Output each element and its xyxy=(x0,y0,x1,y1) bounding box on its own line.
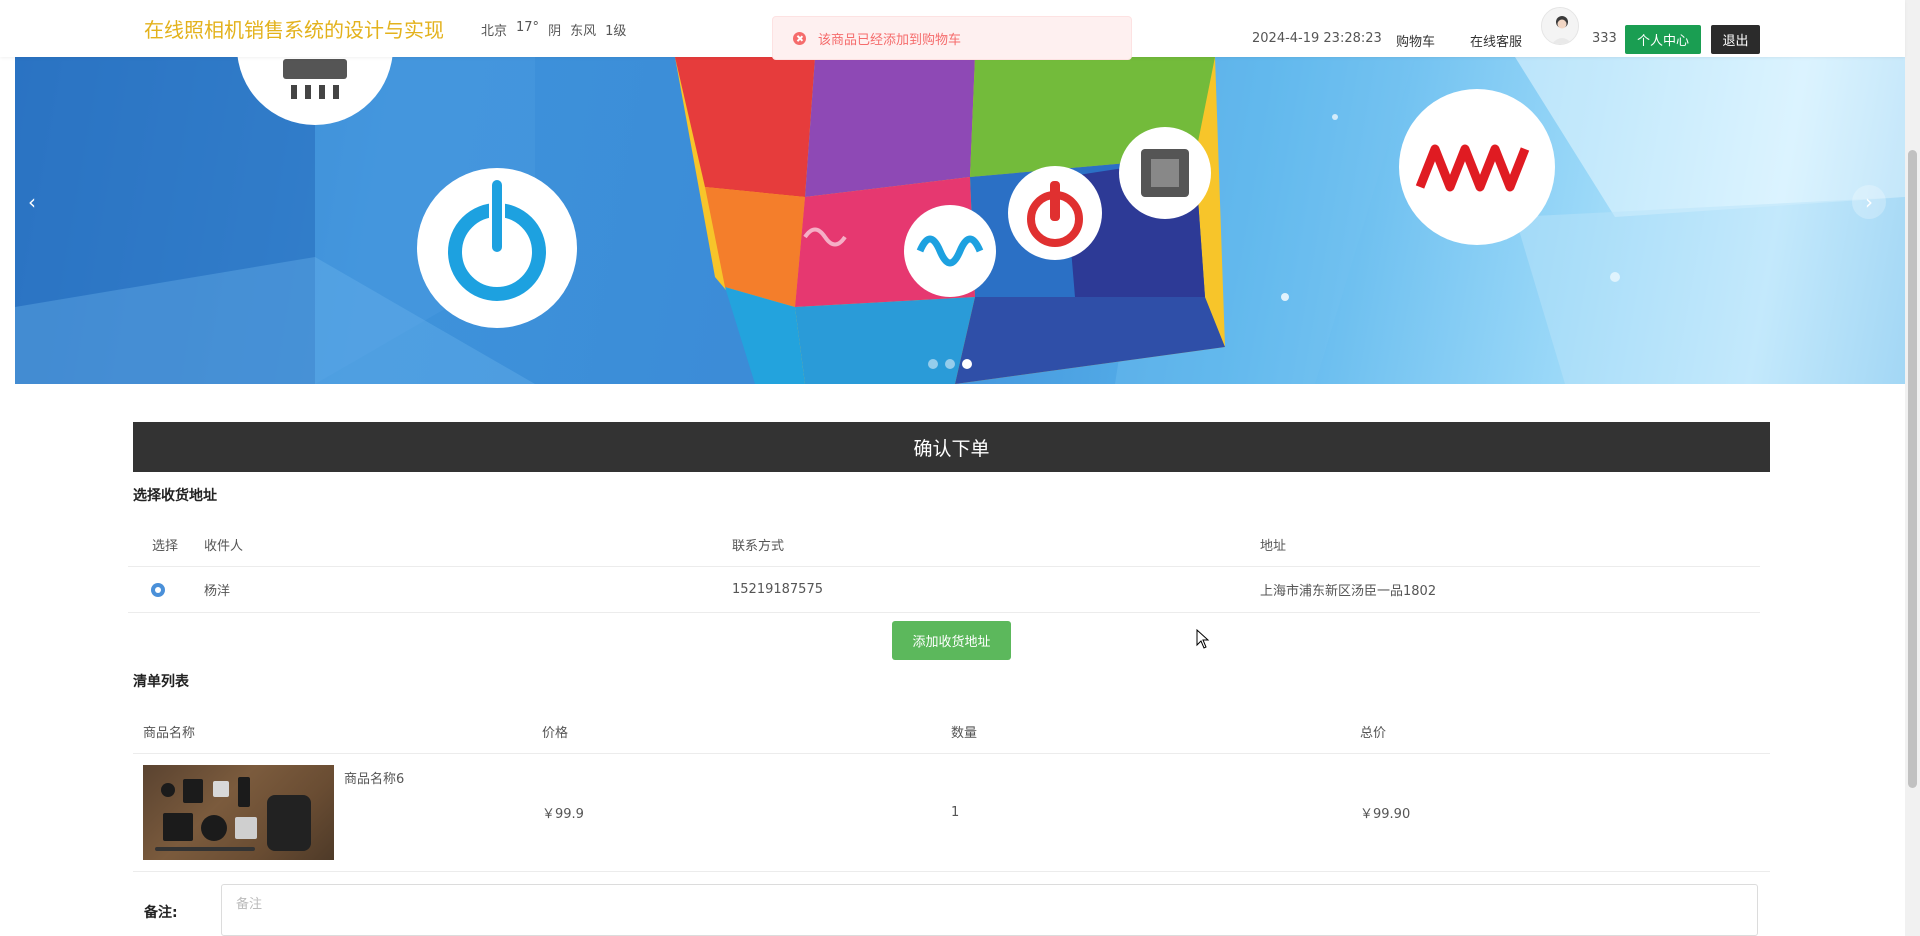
address-table-header: 选择 收件人 联系方式 地址 xyxy=(128,522,1760,567)
product-total: ￥99.90 xyxy=(1360,807,1411,822)
weather-widget: 北京 17° 阴 东风 1级 xyxy=(481,20,626,39)
weather-level: 1级 xyxy=(605,24,627,39)
list-table-header: 商品名称 价格 数量 总价 xyxy=(133,709,1770,754)
table-row[interactable]: 杨洋 15219187575 上海市浦东新区汤臣一品1802 xyxy=(128,567,1760,613)
page-scrollbar[interactable] xyxy=(1905,0,1920,936)
banner-prev-arrow[interactable]: ‹ xyxy=(15,185,49,219)
banner-next-arrow[interactable]: › xyxy=(1852,185,1886,219)
address-section-label: 选择收货地址 xyxy=(133,488,217,504)
weather-temp: 17° xyxy=(516,20,540,35)
add-address-button[interactable]: 添加收货地址 xyxy=(892,621,1011,660)
recipient-phone: 15219187575 xyxy=(732,582,823,597)
col-address: 地址 xyxy=(1260,538,1287,554)
weather-city: 北京 xyxy=(481,24,508,39)
toast-message: 该商品已经添加到购物车 xyxy=(772,16,1132,60)
order-title-bar: 确认下单 xyxy=(133,422,1770,472)
product-cell: 商品名称6 xyxy=(133,764,542,861)
col-product-name: 商品名称 xyxy=(143,725,196,741)
banner-indicators xyxy=(928,359,972,369)
banner-carousel[interactable]: ‹ › xyxy=(15,57,1905,384)
list-section-label: 清单列表 xyxy=(133,674,189,690)
product-image[interactable] xyxy=(143,764,334,860)
scrollbar-thumb[interactable] xyxy=(1908,150,1917,788)
current-datetime: 2024-4-19 23:28:23 xyxy=(1252,31,1382,46)
address-radio-cell xyxy=(128,582,204,597)
order-list-table: 商品名称 价格 数量 总价 商品名称6 ￥99.9 1 ￥99.90 xyxy=(133,709,1770,872)
remark-input[interactable] xyxy=(221,884,1758,936)
user-avatar-icon xyxy=(1542,8,1578,44)
error-circle-icon xyxy=(793,31,806,45)
banner-dot-3[interactable] xyxy=(962,359,972,369)
address-table: 选择 收件人 联系方式 地址 杨洋 15219187575 上海市浦东新区汤臣一… xyxy=(128,522,1760,613)
site-title[interactable]: 在线照相机销售系统的设计与实现 xyxy=(144,14,444,43)
recipient-name: 杨洋 xyxy=(204,584,231,599)
col-total: 总价 xyxy=(1360,725,1387,741)
remark-label: 备注: xyxy=(144,905,178,921)
username: 333 xyxy=(1592,31,1617,46)
table-row: 商品名称6 ￥99.9 1 ￥99.90 xyxy=(133,754,1770,872)
col-recipient: 收件人 xyxy=(204,538,244,554)
order-title: 确认下单 xyxy=(913,437,990,460)
product-name: 商品名称6 xyxy=(344,771,405,787)
online-service-link[interactable]: 在线客服 xyxy=(1470,31,1522,50)
address-radio[interactable] xyxy=(151,582,165,597)
product-price: ￥99.9 xyxy=(542,807,584,822)
col-select: 选择 xyxy=(152,538,179,554)
logout-button[interactable]: 退出 xyxy=(1711,25,1760,54)
banner-image xyxy=(15,57,1905,384)
product-quantity: 1 xyxy=(951,805,960,820)
col-contact: 联系方式 xyxy=(732,538,785,554)
banner-dot-2[interactable] xyxy=(945,359,955,369)
recipient-address: 上海市浦东新区汤臣一品1802 xyxy=(1260,584,1437,599)
avatar[interactable] xyxy=(1541,7,1579,45)
mouse-cursor-icon xyxy=(1196,629,1210,649)
user-center-button[interactable]: 个人中心 xyxy=(1625,25,1701,54)
col-quantity: 数量 xyxy=(951,725,978,741)
toast-text: 该商品已经添加到购物车 xyxy=(818,32,962,48)
weather-condition: 阴 xyxy=(548,24,562,39)
banner-dot-1[interactable] xyxy=(928,359,938,369)
col-price: 价格 xyxy=(542,725,569,741)
cart-link[interactable]: 购物车 xyxy=(1396,31,1435,50)
weather-wind: 东风 xyxy=(570,24,597,39)
